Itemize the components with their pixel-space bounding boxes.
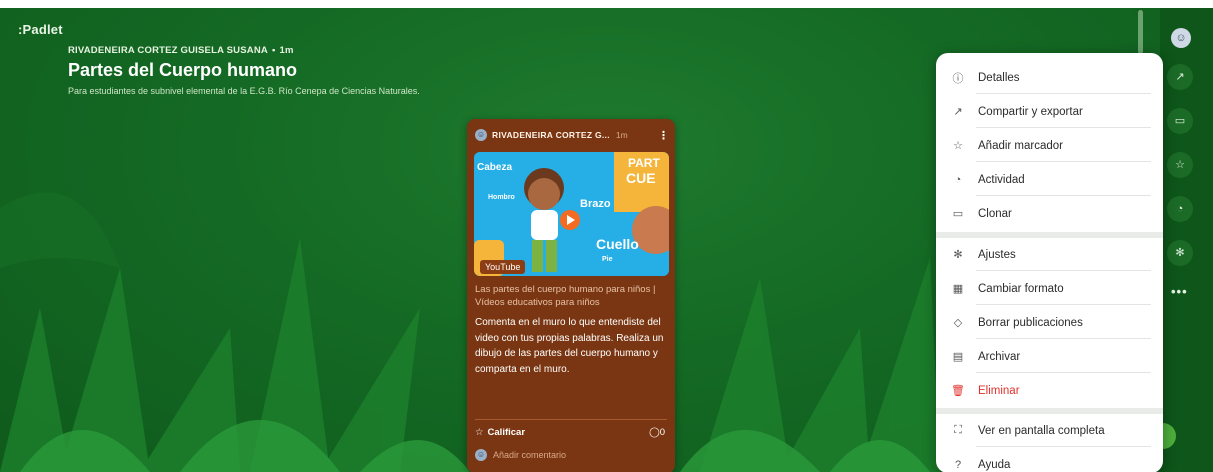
menu-divider [976, 270, 1151, 271]
thumb-label-cabeza: Cabeza [477, 162, 513, 173]
menu-item-settings[interactable]: ✻ Ajustes [936, 238, 1163, 271]
post-header: ☺ RIVADENEIRA CORTEZ G... 1m ⋮ [475, 128, 669, 142]
menu-item-label: Actividad [978, 173, 1025, 186]
share-icon[interactable]: ↗ [1167, 64, 1193, 90]
menu-item-label: Añadir marcador [978, 139, 1064, 152]
menu-item-delete[interactable]: 🗑 Eliminar [936, 374, 1163, 407]
menu-item-share-export[interactable]: ↗ Compartir y exportar [936, 95, 1163, 128]
menu-item-activity[interactable]: ◔ Actividad [936, 163, 1163, 196]
thumb-label-cue: CUE [626, 170, 656, 186]
menu-divider [976, 195, 1151, 196]
comment-count-value: 0 [659, 427, 665, 438]
post-author-avatar: ☺ [475, 129, 487, 141]
comment-icon: ◯ [649, 427, 660, 438]
archive-icon: ▤ [952, 351, 964, 363]
menu-divider [976, 372, 1151, 373]
post-author-name: RIVADENEIRA CORTEZ G... [492, 130, 610, 140]
board-author: RIVADENEIRA CORTEZ GUISELA SUSANA • 1m [68, 45, 294, 56]
thumb-label-hombro: Hombro [488, 194, 515, 201]
board-title: Partes del Cuerpo humano [68, 60, 298, 80]
clone-icon: ▭ [952, 208, 964, 220]
more-icon[interactable]: ••• [1171, 284, 1188, 299]
thumb-label-cuello: Cuello [596, 236, 639, 252]
thumb-label-brazo: Brazo [580, 198, 611, 210]
board-options-menu: ⓘ Detalles ↗ Compartir y exportar ☆ Añad… [936, 53, 1163, 472]
bell-icon: ◔ [954, 173, 962, 186]
video-link-title[interactable]: Las partes del cuerpo humano para niños … [475, 283, 671, 309]
scrollbar[interactable] [1138, 10, 1143, 54]
eraser-icon: ◇ [953, 317, 963, 329]
trash-icon: 🗑 [951, 385, 965, 397]
menu-item-archive[interactable]: ▤ Archivar [936, 340, 1163, 373]
info-icon: ⓘ [952, 72, 964, 85]
bookmark-star-icon[interactable]: ☆ [1167, 152, 1193, 178]
video-thumbnail[interactable]: Cabeza Hombro Brazo Cuello Pie PART CUE … [474, 152, 669, 276]
thumb-label-partes: PART [628, 156, 660, 170]
menu-item-label: Eliminar [978, 384, 1020, 397]
post-footer: ☆ Calificar ◯0 [475, 427, 665, 438]
menu-item-label: Ayuda [978, 458, 1011, 471]
star-icon: ☆ [953, 140, 963, 152]
youtube-badge: YouTube [480, 260, 526, 274]
menu-item-clear-posts[interactable]: ◇ Borrar publicaciones [936, 306, 1163, 339]
menu-item-label: Ajustes [978, 248, 1016, 261]
add-comment-label[interactable]: Añadir comentario [493, 450, 566, 460]
menu-item-label: Archivar [978, 350, 1021, 363]
post-card[interactable]: ☺ RIVADENEIRA CORTEZ G... 1m ⋮ Cabeza Ho… [467, 119, 675, 472]
fullscreen-icon: ⛶ [954, 424, 962, 436]
menu-item-label: Clonar [978, 207, 1012, 220]
post-body: Comenta en el muro lo que entendiste del… [475, 317, 664, 375]
post-more-icon[interactable]: ⋮ [658, 129, 669, 142]
thumb-label-pie: Pie [602, 256, 613, 263]
menu-item-label: Detalles [978, 71, 1020, 84]
post-age: 1m [615, 130, 628, 140]
padlet-board: :Padlet RIVADENEIRA CORTEZ GUISELA SUSAN… [0, 8, 1213, 472]
menu-item-label: Borrar publicaciones [978, 316, 1083, 329]
menu-divider [976, 338, 1151, 339]
menu-divider [976, 304, 1151, 305]
help-icon: ? [954, 458, 962, 471]
menu-item-clone[interactable]: ▭ Clonar [936, 197, 1163, 230]
gear-icon[interactable]: ✻ [1167, 240, 1193, 266]
menu-item-details[interactable]: ⓘ Detalles [936, 61, 1163, 94]
board-age: 1m [279, 45, 294, 56]
menu-item-bookmark[interactable]: ☆ Añadir marcador [936, 129, 1163, 162]
padlet-logo[interactable]: :Padlet [18, 22, 63, 37]
menu-item-change-format[interactable]: ▦ Cambiar formato [936, 272, 1163, 305]
menu-item-label: Cambiar formato [978, 282, 1064, 295]
menu-divider [976, 93, 1151, 94]
comment-count[interactable]: ◯0 [649, 427, 665, 438]
user-avatar[interactable]: ☺ [1171, 28, 1191, 48]
share-icon: ↗ [953, 106, 963, 118]
menu-item-label: Compartir y exportar [978, 105, 1083, 118]
bell-icon[interactable]: ◔ [1167, 196, 1193, 222]
commenter-avatar: ☺ [475, 449, 487, 461]
gear-icon: ✻ [953, 249, 963, 261]
board-subtitle: Para estudiantes de subnivel elemental d… [68, 86, 420, 96]
menu-item-label: Ver en pantalla completa [978, 424, 1105, 437]
menu-item-fullscreen[interactable]: ⛶ Ver en pantalla completa [936, 414, 1163, 447]
add-comment[interactable]: ☺ Añadir comentario [475, 449, 566, 461]
star-icon[interactable]: ☆ [475, 427, 484, 438]
layout-icon: ▦ [952, 283, 964, 295]
post-divider [475, 419, 667, 420]
clone-icon[interactable]: ▭ [1167, 108, 1193, 134]
board-author-name: RIVADENEIRA CORTEZ GUISELA SUSANA [68, 45, 268, 56]
menu-item-help[interactable]: ? Ayuda [936, 448, 1163, 472]
menu-divider [976, 446, 1151, 447]
menu-divider [976, 161, 1151, 162]
rate-button[interactable]: Calificar [488, 427, 526, 438]
menu-divider [976, 127, 1151, 128]
